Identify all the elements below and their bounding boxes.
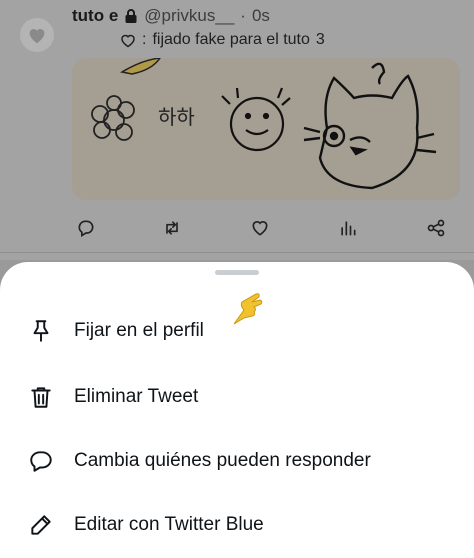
lock-icon: [125, 9, 137, 23]
trash-icon: [28, 384, 54, 410]
like-icon: [252, 221, 268, 236]
menu-label: Eliminar Tweet: [74, 386, 199, 407]
sheet-grabber[interactable]: [215, 270, 259, 275]
share-button[interactable]: [422, 214, 450, 242]
reply-button[interactable]: [72, 214, 100, 242]
tweet[interactable]: tuto e @privkus__ · 0s : fijado fake par…: [0, 0, 474, 260]
edit-icon: [28, 512, 54, 538]
flower-doodle: [91, 95, 135, 141]
menu-item-change-who-can-reply[interactable]: Cambia quiénes pueden responder: [0, 436, 474, 488]
tweet-media-image[interactable]: 하하: [72, 58, 460, 200]
pin-icon: [28, 318, 54, 344]
timestamp[interactable]: 0s: [252, 6, 270, 26]
menu-label: Editar con Twitter Blue: [74, 514, 264, 535]
pointing-hand-icon: [233, 293, 263, 325]
avatar[interactable]: [20, 18, 54, 52]
menu-label: Cambia quiénes pueden responder: [74, 450, 371, 471]
tweet-text-suffix: 3: [315, 31, 325, 48]
analytics-button[interactable]: [334, 214, 362, 242]
menu-item-delete-tweet[interactable]: Eliminar Tweet: [0, 372, 474, 424]
heart-avatar-icon: [29, 29, 45, 44]
cat-doodle: [303, 62, 437, 190]
tweet-text: : fijado fake para el tuto 3: [120, 31, 325, 49]
handle[interactable]: @privkus__: [144, 6, 234, 26]
analytics-icon: [341, 221, 356, 236]
doodle-drawing: 하하: [91, 58, 437, 190]
separator: ·: [240, 6, 246, 25]
doodle-text: 하하: [158, 105, 195, 129]
divider: [0, 252, 474, 253]
tweet-header: tuto e @privkus__ · 0s: [72, 6, 270, 26]
tweet-actions: [72, 214, 460, 244]
retweet-icon: [166, 221, 178, 235]
reply-settings-icon: [28, 448, 54, 474]
heart-outline-icon: [121, 34, 135, 47]
display-name[interactable]: tuto e: [72, 6, 118, 26]
tweet-text-body: fijado fake para el tuto: [152, 31, 310, 48]
menu-label: Fijar en el perfil: [74, 320, 204, 341]
retweet-button[interactable]: [158, 214, 186, 242]
menu-item-edit-with-twitter-blue[interactable]: Editar con Twitter Blue: [0, 500, 474, 552]
share-icon: [427, 219, 445, 237]
tweet-text-prefix: :: [142, 31, 147, 48]
smiley-doodle: [221, 87, 291, 152]
reply-icon: [78, 220, 94, 237]
like-button[interactable]: [246, 214, 274, 242]
